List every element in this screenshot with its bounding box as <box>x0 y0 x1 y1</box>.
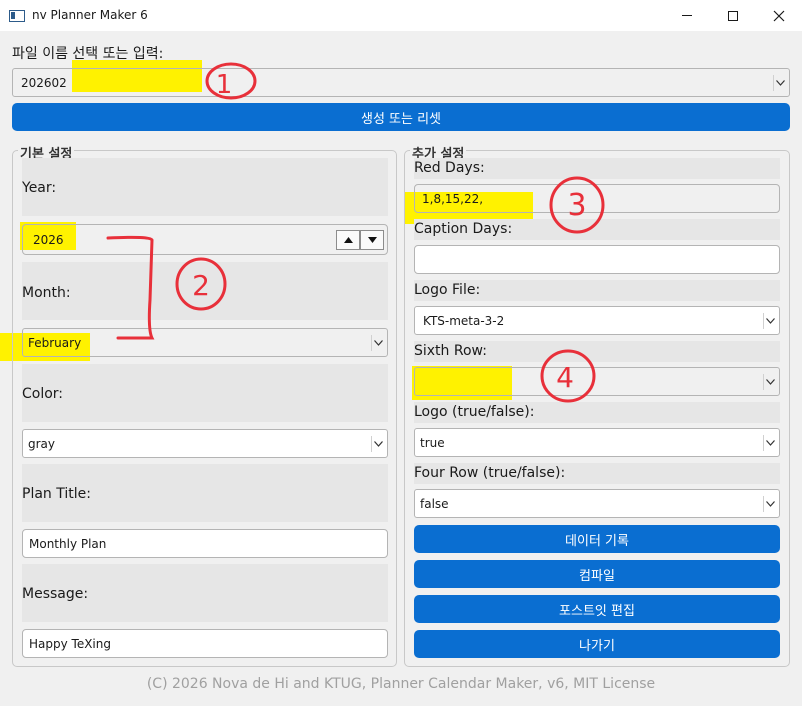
minimize-button[interactable] <box>664 0 710 31</box>
app-icon <box>9 10 25 22</box>
close-icon <box>773 10 785 21</box>
red-days-label: Red Days: <box>414 160 485 176</box>
year-decrement-button[interactable] <box>360 230 384 250</box>
sixth-row-combobox[interactable] <box>414 367 780 396</box>
exit-button[interactable]: 나가기 <box>414 630 780 658</box>
chevron-down-icon[interactable] <box>773 74 786 91</box>
month-combobox[interactable]: February <box>22 328 388 357</box>
year-increment-button[interactable] <box>336 230 360 250</box>
plan-title-input[interactable]: Monthly Plan <box>22 529 388 558</box>
red-days-value: 1,8,15,22, <box>422 191 484 206</box>
logo-label-block: Logo (true/false): <box>414 402 780 423</box>
message-label: Message: <box>22 586 89 602</box>
caption-days-label-block: Caption Days: <box>414 219 780 240</box>
sixth-row-label: Sixth Row: <box>414 343 487 359</box>
logo-value: true <box>420 435 445 450</box>
file-value: 202602 <box>21 75 67 90</box>
color-label-block: Color: <box>22 364 388 422</box>
footer-license: (C) 2026 Nova de Hi and KTUG, Planner Ca… <box>146 676 656 692</box>
sixth-row-label-block: Sixth Row: <box>414 341 780 362</box>
logo-file-value: KTS-meta-3-2 <box>423 313 505 328</box>
caption-days-label: Caption Days: <box>414 221 513 237</box>
postit-edit-button[interactable]: 포스트잇 편집 <box>414 595 780 623</box>
record-data-button[interactable]: 데이터 기록 <box>414 525 780 553</box>
month-label: Month: <box>22 285 71 301</box>
caption-days-input[interactable] <box>414 245 780 274</box>
chevron-down-icon[interactable] <box>371 334 384 351</box>
year-value: 2026 <box>33 232 64 247</box>
logo-combobox[interactable]: true <box>414 428 780 457</box>
four-row-label-block: Four Row (true/false): <box>414 463 780 484</box>
maximize-icon <box>728 10 738 21</box>
chevron-down-icon[interactable] <box>763 312 776 329</box>
month-value: February <box>28 335 82 350</box>
minimize-icon <box>682 15 692 16</box>
red-days-label-block: Red Days: <box>414 158 780 179</box>
four-row-label: Four Row (true/false): <box>414 465 566 481</box>
logo-label: Logo (true/false): <box>414 404 535 420</box>
logo-file-combobox[interactable]: KTS-meta-3-2 <box>414 306 780 335</box>
color-combobox[interactable]: gray <box>22 429 388 458</box>
color-value: gray <box>28 436 56 451</box>
year-label-block: Year: <box>22 158 388 216</box>
chevron-down-icon[interactable] <box>763 373 776 390</box>
year-spinbox[interactable]: 2026 <box>22 224 388 255</box>
plan-title-label-block: Plan Title: <box>22 464 388 522</box>
red-days-input[interactable]: 1,8,15,22, <box>414 184 780 213</box>
title-bar: nv Planner Maker 6 <box>0 0 802 31</box>
message-label-block: Message: <box>22 564 388 622</box>
file-combobox[interactable]: 202602 <box>12 68 790 97</box>
triangle-down-icon <box>367 237 377 243</box>
logo-file-label: Logo File: <box>414 282 481 298</box>
close-button[interactable] <box>756 0 802 31</box>
window-title: nv Planner Maker 6 <box>32 8 148 22</box>
file-label: 파일 이름 선택 또는 입력: <box>12 46 164 62</box>
year-label: Year: <box>22 180 57 196</box>
four-row-value: false <box>420 496 449 511</box>
four-row-combobox[interactable]: false <box>414 489 780 518</box>
chevron-down-icon[interactable] <box>371 435 384 452</box>
message-input[interactable]: Happy TeXing <box>22 629 388 658</box>
plan-title-label: Plan Title: <box>22 486 91 502</box>
chevron-down-icon[interactable] <box>763 495 776 512</box>
chevron-down-icon[interactable] <box>763 434 776 451</box>
triangle-up-icon <box>343 237 353 243</box>
logo-file-label-block: Logo File: <box>414 280 780 301</box>
create-reset-button[interactable]: 생성 또는 리셋 <box>12 103 790 131</box>
month-label-block: Month: <box>22 262 388 320</box>
maximize-button[interactable] <box>710 0 756 31</box>
compile-button[interactable]: 컴파일 <box>414 560 780 588</box>
color-label: Color: <box>22 386 64 402</box>
